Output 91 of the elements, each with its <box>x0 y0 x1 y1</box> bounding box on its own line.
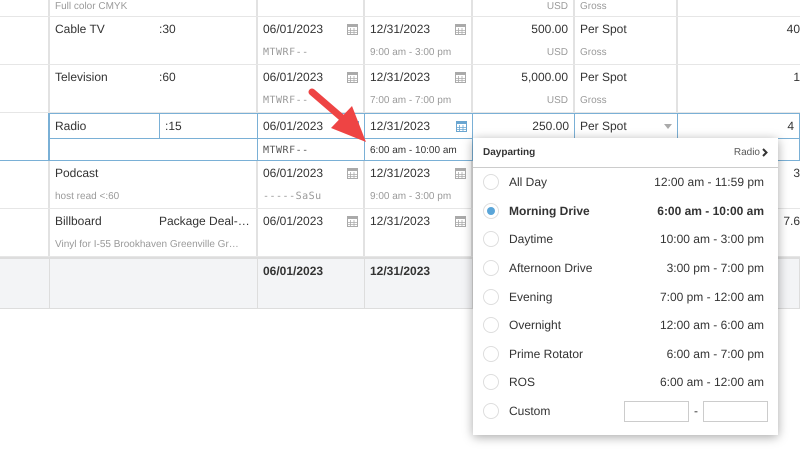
time-range: 12:00 am - 6:00 am <box>660 318 764 332</box>
line-duration: :60 <box>159 70 177 84</box>
time-range: 9:00 am - 3:00 pm <box>370 46 452 58</box>
radio-button[interactable] <box>483 231 499 248</box>
radio-button[interactable] <box>483 403 499 420</box>
amount: 5,000.00 <box>521 70 568 84</box>
line-duration: Package Deal-… <box>159 214 251 228</box>
weekday-pattern: MTWRF-- <box>263 144 309 156</box>
calendar-icon[interactable] <box>455 71 466 83</box>
amount: 250.00 <box>532 119 569 133</box>
rate-unit: Per Spot <box>580 22 627 36</box>
line-note: Full color CMYK <box>55 1 128 13</box>
time-range: 7:00 pm - 12:00 am <box>660 290 764 304</box>
start-time-field[interactable] <box>624 400 689 422</box>
quantity: 7.6 <box>783 214 800 228</box>
calendar-icon[interactable] <box>347 71 358 83</box>
time-range: 6:00 am - 10:00 am <box>370 144 457 156</box>
weekday-pattern: MTWRF-- <box>263 94 309 106</box>
radio-button[interactable] <box>483 174 499 190</box>
start-date: 06/01/2023 <box>263 214 324 228</box>
line-duration: :15 <box>164 119 183 133</box>
start-date: 06/01/2023 <box>263 166 324 180</box>
calendar-icon[interactable] <box>347 215 358 227</box>
calendar-icon[interactable] <box>456 120 467 132</box>
end-date: 12/31/2023 <box>370 70 430 84</box>
weekday-pattern: MTWRF-- <box>263 46 309 58</box>
quantity: 4 <box>787 119 794 133</box>
line-name: Billboard <box>55 214 103 228</box>
start-date: 06/01/2023 <box>263 22 324 36</box>
currency-label: USD <box>546 94 568 106</box>
rate-unit: Per Spot <box>580 119 627 133</box>
currency-label: USD <box>546 46 568 58</box>
line-duration: :30 <box>159 22 177 36</box>
total-end-date: 12/31/2023 <box>370 264 430 278</box>
calendar-icon[interactable] <box>455 167 466 179</box>
line-note: Vinyl for I-55 Brookhaven Greenville Gr… <box>55 238 239 250</box>
basis-label: Gross <box>580 1 607 13</box>
line-name: Cable TV <box>55 22 106 36</box>
end-time-field[interactable] <box>703 400 768 422</box>
option-label[interactable]: ROS <box>509 375 660 390</box>
end-date: 12/31/2023 <box>370 214 430 228</box>
basis-label: Gross <box>580 46 607 58</box>
radio-button[interactable] <box>483 288 499 305</box>
option-label[interactable]: Evening <box>509 290 660 304</box>
caret-icon[interactable] <box>664 124 672 128</box>
radio-link[interactable]: Radio <box>734 147 768 158</box>
time-range: 3:00 pm - 7:00 pm <box>666 261 764 276</box>
radio-button[interactable] <box>483 374 499 390</box>
chevron-icon[interactable] <box>762 148 768 157</box>
time-range: 6:00 am - 12:00 am <box>660 375 764 390</box>
basis-label: Gross <box>580 94 607 106</box>
end-date: 12/31/2023 <box>370 22 430 36</box>
option-label[interactable]: Overnight <box>509 318 660 332</box>
option-label[interactable]: Custom <box>509 404 624 418</box>
radio-button[interactable] <box>483 346 499 362</box>
option-label[interactable]: Prime Rotator <box>509 346 667 361</box>
line-name: Radio <box>55 114 160 138</box>
time-range: 10:00 am - 3:00 pm <box>660 232 764 246</box>
currency-label: USD <box>546 1 568 13</box>
option-label[interactable]: All Day <box>509 175 654 190</box>
start-date: 06/01/2023 <box>263 70 324 84</box>
option-label[interactable]: Daytime <box>509 232 660 246</box>
table-row[interactable]: Cable TV :30 06/01/2023 MTWRF-- 12/31/2023 9:00 am - 3:00 pm 500.00 USD Per Spot Gross 40 <box>0 17 800 65</box>
table-row[interactable]: Television :60 06/01/2023 MTWRF-- 12/31/2023 7:00 am - 7:00 pm 5,000.00 USD Per Spot Gross 1 <box>0 65 800 113</box>
quantity: 40 <box>786 22 800 36</box>
popup-title: Dayparting <box>483 147 536 158</box>
line-note: host read <:60 <box>55 190 120 202</box>
calendar-icon[interactable] <box>455 215 466 227</box>
line-name: Podcast <box>55 166 100 180</box>
option-label[interactable]: Afternoon Drive <box>509 261 667 276</box>
time-range: 6:00 am - 7:00 pm <box>666 346 764 361</box>
calendar-icon[interactable] <box>455 23 466 35</box>
total-start-date: 06/01/2023 <box>263 264 324 278</box>
time-range: 7:00 am - 7:00 pm <box>370 94 452 106</box>
weekday-pattern: -----SaSu <box>263 190 322 202</box>
quantity: 1 <box>793 70 800 84</box>
end-date: 12/31/2023 <box>370 119 430 133</box>
quantity: 3 <box>793 166 800 180</box>
time-range: 9:00 am - 3:00 pm <box>370 190 452 202</box>
radio-button[interactable] <box>483 202 499 219</box>
radio-button[interactable] <box>483 260 499 276</box>
line-name: Television <box>55 70 109 84</box>
rate-unit: Per Spot <box>580 70 627 84</box>
start-date: 06/01/2023 <box>263 119 324 133</box>
end-date: 12/31/2023 <box>370 166 430 180</box>
calendar-icon[interactable] <box>347 23 358 35</box>
amount: 500.00 <box>531 22 568 36</box>
range-separator: - <box>694 404 698 418</box>
radio-button[interactable] <box>483 317 499 334</box>
time-range: 12:00 am - 11:59 pm <box>654 175 764 190</box>
calendar-icon[interactable] <box>347 167 358 179</box>
